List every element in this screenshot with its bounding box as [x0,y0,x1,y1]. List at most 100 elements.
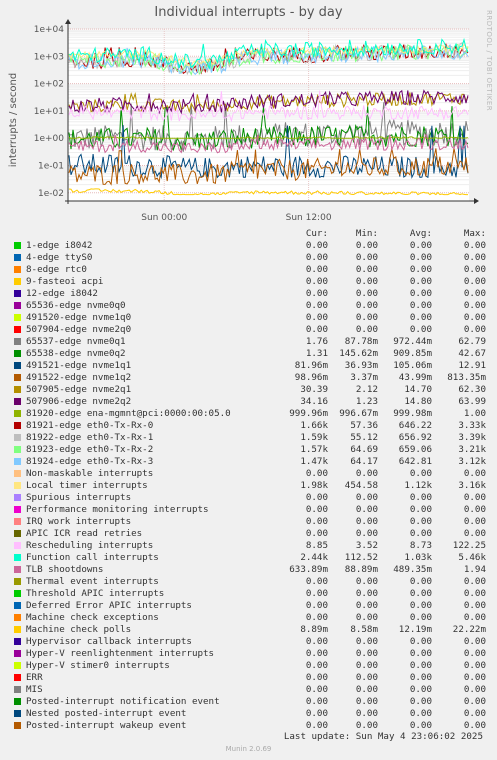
y-tick-label: 1e-02 [38,189,64,199]
legend-min-value: 145.62m [339,348,378,359]
legend-min-value: 8.58m [350,624,378,635]
legend-row: Posted-interrupt notification event 0.00 0… [14,696,494,708]
legend-max-value: 63.99 [458,396,486,407]
legend-label: Hyper-V stimer0 interrupts [26,660,170,671]
legend-table: Cur: Min: Avg: Max: 1-edge i8042 0.00 0.00… [14,228,494,732]
legend-row: Function call interrupts 2.44k 112.52 1.03k… [14,552,494,564]
legend-avg-value: 0.00 [409,504,432,515]
legend-swatch [14,290,21,297]
legend-row: 81924-edge eth0-Tx-Rx-3 1.47k 64.17 642.81 3… [14,456,494,468]
legend-label: APIC ICR read retries [26,528,143,539]
legend-label: 81920-edge ena-mgmnt@pci:0000:00:05.0 [26,408,231,419]
legend-min-value: 36.93m [344,360,378,371]
legend-swatch [14,266,21,273]
legend-max-value: 0.00 [463,588,486,599]
legend-max-value: 12.91 [458,360,486,371]
legend-avg-value: 0.00 [409,300,432,311]
legend-max-value: 0.00 [463,660,486,671]
legend-swatch [14,662,21,669]
x-tick-label: Sun 00:00 [141,213,187,223]
legend-label: Non-maskable interrupts [26,468,154,479]
legend-row: Threshold APIC interrupts 0.00 0.00 0.00 0.0… [14,588,494,600]
legend-max-value: 0.00 [463,240,486,251]
legend-row: 81920-edge ena-mgmnt@pci:0000:00:05.0 999… [14,408,494,420]
y-axis-arrow [65,19,71,24]
legend-label: 81924-edge eth0-Tx-Rx-3 [26,456,154,467]
legend-swatch [14,410,21,417]
legend-row: 81922-edge eth0-Tx-Rx-1 1.59k 55.12 656.92 3… [14,432,494,444]
legend-swatch [14,494,21,501]
legend-swatch [14,626,21,633]
y-tick-label: 1e+02 [34,80,64,90]
legend-avg-value: 8.73 [409,540,432,551]
legend-row: Performance monitoring interrupts 0.00 0.0… [14,504,494,516]
legend-avg-value: 0.00 [409,648,432,659]
legend-min-value: 0.00 [355,312,378,323]
legend-label: TLB shootdowns [26,564,104,575]
legend-row: Local timer interrupts 1.98k 454.58 1.12k 3.… [14,480,494,492]
legend-swatch [14,518,21,525]
legend-label: 507904-edge nvme2q0 [26,324,132,335]
legend-min-value: 0.00 [355,468,378,479]
legend-avg-value: 909.85m [393,348,432,359]
legend-min-value: 0.00 [355,324,378,335]
legend-row: Non-maskable interrupts 0.00 0.00 0.00 0.00 [14,468,494,480]
legend-row: 81921-edge eth0-Tx-Rx-0 1.66k 57.36 646.22 3… [14,420,494,432]
legend-avg-value: 659.06 [398,444,432,455]
legend-swatch [14,506,21,513]
legend-avg-value: 646.22 [398,420,432,431]
legend-row: Spurious interrupts 0.00 0.00 0.00 0.00 [14,492,494,504]
legend-min-value: 0.00 [355,300,378,311]
legend-label: Threshold APIC interrupts [26,588,165,599]
legend-min-value: 0.00 [355,672,378,683]
legend-max-value: 0.00 [463,696,486,707]
legend-min-value: 0.00 [355,516,378,527]
legend-label: IRQ work interrupts [26,516,132,527]
legend-label: 491522-edge nvme1q2 [26,372,132,383]
legend-row: 491520-edge nvme1q0 0.00 0.00 0.00 0.00 [14,312,494,324]
col-max: Max: [463,228,486,239]
legend-min-value: 0.00 [355,576,378,587]
legend-avg-value: 0.00 [409,312,432,323]
legend-max-value: 0.00 [463,612,486,623]
legend-swatch [14,434,21,441]
legend-avg-value: 999.98m [393,408,432,419]
legend-swatch [14,614,21,621]
legend-avg-value: 0.00 [409,324,432,335]
legend-row: MIS 0.00 0.00 0.00 0.00 [14,684,494,696]
legend-avg-value: 0.00 [409,636,432,647]
legend-row: 507904-edge nvme2q0 0.00 0.00 0.00 0.00 [14,324,494,336]
legend-max-value: 0.00 [463,636,486,647]
legend-swatch [14,602,21,609]
legend-max-value: 0.00 [463,516,486,527]
legend-label: Hyper-V reenlightenment interrupts [26,648,215,659]
legend-swatch [14,338,21,345]
legend-swatch [14,278,21,285]
legend-label: 12-edge i8042 [26,288,98,299]
legend-min-value: 87.78m [344,336,378,347]
legend-rows: 1-edge i8042 0.00 0.00 0.00 0.00 4-edge ttyS0… [14,240,494,732]
legend-label: 491520-edge nvme1q0 [26,312,132,323]
legend-max-value: 0.00 [463,672,486,683]
legend-min-value: 0.00 [355,684,378,695]
legend-max-value: 0.00 [463,600,486,611]
legend-label: ERR [26,672,43,683]
legend-min-value: 0.00 [355,588,378,599]
legend-swatch [14,470,21,477]
legend-swatch [14,314,21,321]
legend-min-value: 2.12 [355,384,378,395]
legend-avg-value: 972.44m [393,336,432,347]
legend-row: 1-edge i8042 0.00 0.00 0.00 0.00 [14,240,494,252]
legend-label: Nested posted-interrupt event [26,708,187,719]
legend-label: 81921-edge eth0-Tx-Rx-0 [26,420,154,431]
legend-swatch [14,650,21,657]
legend-row: 491522-edge nvme1q2 98.96m 3.37m 43.99m 813.… [14,372,494,384]
legend-row: 4-edge ttyS0 0.00 0.00 0.00 0.00 [14,252,494,264]
legend-row: Deferred Error APIC interrupts 0.00 0.00 0.… [14,600,494,612]
legend-max-value: 813.35m [447,372,486,383]
legend-label: 65536-edge nvme0q0 [26,300,126,311]
legend-avg-value: 1.03k [404,552,432,563]
legend-swatch [14,698,21,705]
legend-label: 9-fasteoi acpi [26,276,104,287]
legend-avg-value: 0.00 [409,264,432,275]
